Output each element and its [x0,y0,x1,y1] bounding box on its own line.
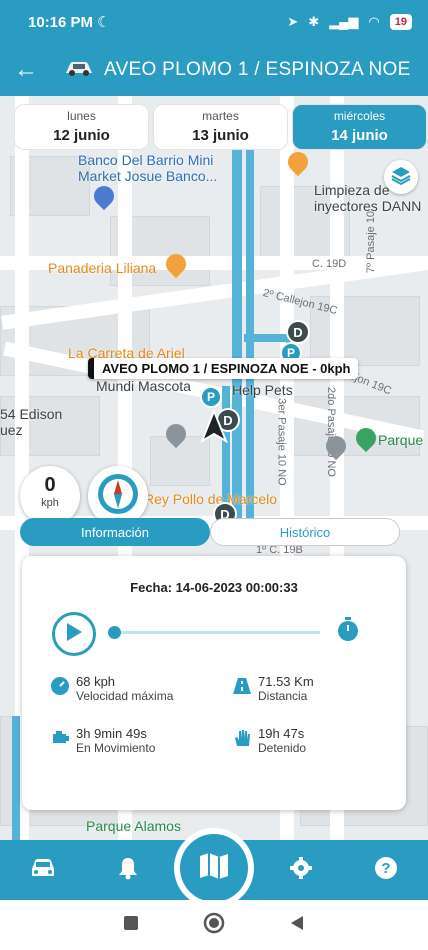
tab-historico[interactable]: Histórico [210,518,400,546]
signal-icon: ▂▄▆ [329,14,359,29]
layers-icon [390,164,412,191]
wifi-icon: ◠ [368,14,380,29]
system-nav [0,900,428,950]
trip-panel: Fecha: 14-06-2023 00:00:33 68 kph Veloci… [22,556,406,810]
car-icon [29,857,57,884]
nav-help[interactable]: ? [343,840,428,900]
bank-pin-icon[interactable] [89,181,119,211]
play-button[interactable] [52,612,96,656]
bluetooth-icon: ✱ [308,14,320,29]
street-callejon-2: 2º Callejon 19C [261,286,339,318]
poi-parque-alamos: Parque Alamos [86,818,181,834]
nav-vehicles[interactable] [0,840,85,900]
gear-icon [289,856,313,885]
compass-button[interactable] [88,466,148,526]
status-icons: ➤ ✱ ▂▄▆ ◠ 19 [287,14,412,30]
poi-uez: uez [0,422,23,438]
back-arrow-icon[interactable]: ← [0,56,52,84]
map-view[interactable]: Banco Del Barrio Mini Market Josue Banco… [0,96,428,840]
day-martes[interactable]: martes 13 junio [153,104,288,150]
stat-detenido: 19h 47s Detenido [232,726,306,755]
home-icon[interactable] [203,912,225,939]
layers-button[interactable] [384,160,418,194]
stat-distancia: 71.53 Km Distancia [232,674,314,703]
street-pasaje-10-no: 3er Pasaje 10 NO [275,398,288,486]
speedometer-icon [50,676,70,696]
nav-notifications[interactable] [85,840,170,900]
car-icon [64,57,94,83]
tab-informacion[interactable]: Información [20,518,210,546]
street-pasaje-10: 7º Pasaje 10 [365,210,378,274]
nav-map[interactable] [174,828,254,908]
day-selector: lunes 12 junio martes 13 junio miércoles… [14,104,427,150]
poi-mundi: Mundi Mascota [96,378,191,394]
info-tabs: Información Histórico [20,518,400,546]
poi-help-pets: Help Pets [232,382,293,398]
trip-date: Fecha: 14-06-2023 00:00:33 [130,580,298,595]
stat-movimiento: 3h 9min 49s En Movimiento [50,726,155,755]
day-lunes[interactable]: lunes 12 junio [14,104,149,150]
svg-text:?: ? [381,860,390,877]
moon-icon: ☾ [97,14,111,31]
status-time: 10:16 PM [28,13,94,31]
poi-parque: Parque [378,432,424,448]
hand-stop-icon [232,728,252,748]
speed-indicator: 0 kph [20,466,80,526]
bell-icon [117,856,139,885]
playback-slider-thumb[interactable] [108,626,121,639]
page-title: AVEO PLOMO 1 / ESPINOZA NOE [104,59,411,80]
stat-velocidad: 68 kph Velocidad máxima [50,674,173,703]
status-bar: 10:16 PM ☾ ➤ ✱ ▂▄▆ ◠ 19 [0,0,428,44]
compass-icon [96,472,140,521]
back-icon[interactable] [288,914,306,937]
app-bar: ← AVEO PLOMO 1 / ESPINOZA NOE [0,44,428,96]
vehicle-arrow-icon [199,408,229,448]
day-miercoles[interactable]: miércoles 14 junio [292,104,427,150]
street-19d: C. 19D [312,258,347,270]
play-icon [65,622,83,647]
poi-edison: 54 Edison [0,406,63,422]
playback-track[interactable] [114,631,320,634]
recents-icon[interactable] [122,914,140,937]
stop-marker[interactable]: D [286,320,310,344]
street-pasaje-2do: 2do Pasaje 10 NO [324,387,337,477]
poi-banco: Banco Del Barrio Mini Market Josue Banco… [78,152,218,184]
location-icon: ➤ [287,14,299,29]
engine-icon [50,728,70,748]
poi-pollo: Rey Pollo de Marcelo [144,491,278,507]
map-icon [197,849,231,888]
road-icon [232,676,252,696]
poi-panaderia: Panaderia Liliana [48,260,157,276]
help-icon: ? [374,856,398,885]
speed-timer-icon[interactable] [336,616,360,647]
battery-icon: 19 [389,14,412,30]
vehicle-label: AVEO PLOMO 1 / ESPINOZA NOE - 0kph [88,358,359,379]
nav-settings[interactable] [258,840,343,900]
parking-marker-2[interactable]: P [200,386,222,408]
